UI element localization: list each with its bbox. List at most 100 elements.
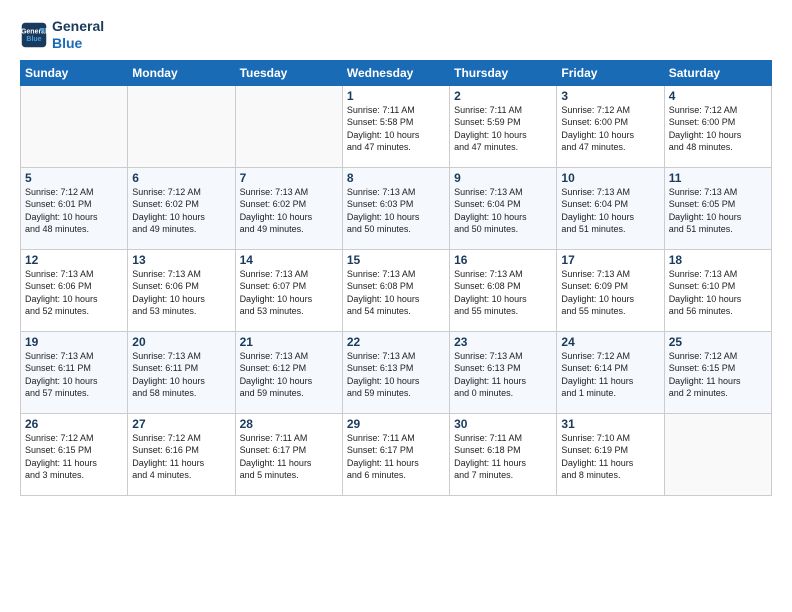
day-info: Sunrise: 7:13 AM Sunset: 6:11 PM Dayligh… [25, 350, 123, 400]
calendar-cell [664, 413, 771, 495]
day-info: Sunrise: 7:13 AM Sunset: 6:05 PM Dayligh… [669, 186, 767, 236]
day-info: Sunrise: 7:13 AM Sunset: 6:12 PM Dayligh… [240, 350, 338, 400]
day-info: Sunrise: 7:13 AM Sunset: 6:13 PM Dayligh… [347, 350, 445, 400]
calendar-cell [128, 85, 235, 167]
day-number: 9 [454, 171, 552, 185]
day-number: 17 [561, 253, 659, 267]
weekday-header-sunday: Sunday [21, 60, 128, 85]
weekday-header-thursday: Thursday [450, 60, 557, 85]
calendar-cell: 15Sunrise: 7:13 AM Sunset: 6:08 PM Dayli… [342, 249, 449, 331]
logo: General Blue General Blue [20, 18, 104, 52]
day-info: Sunrise: 7:13 AM Sunset: 6:03 PM Dayligh… [347, 186, 445, 236]
day-info: Sunrise: 7:11 AM Sunset: 6:17 PM Dayligh… [240, 432, 338, 482]
day-number: 28 [240, 417, 338, 431]
day-number: 26 [25, 417, 123, 431]
calendar-cell: 16Sunrise: 7:13 AM Sunset: 6:08 PM Dayli… [450, 249, 557, 331]
day-number: 12 [25, 253, 123, 267]
weekday-header-wednesday: Wednesday [342, 60, 449, 85]
day-info: Sunrise: 7:11 AM Sunset: 6:18 PM Dayligh… [454, 432, 552, 482]
day-number: 8 [347, 171, 445, 185]
day-info: Sunrise: 7:13 AM Sunset: 6:08 PM Dayligh… [454, 268, 552, 318]
day-info: Sunrise: 7:13 AM Sunset: 6:04 PM Dayligh… [454, 186, 552, 236]
calendar-cell: 24Sunrise: 7:12 AM Sunset: 6:14 PM Dayli… [557, 331, 664, 413]
calendar-cell: 10Sunrise: 7:13 AM Sunset: 6:04 PM Dayli… [557, 167, 664, 249]
day-info: Sunrise: 7:12 AM Sunset: 6:00 PM Dayligh… [669, 104, 767, 154]
day-info: Sunrise: 7:12 AM Sunset: 6:00 PM Dayligh… [561, 104, 659, 154]
day-info: Sunrise: 7:13 AM Sunset: 6:13 PM Dayligh… [454, 350, 552, 400]
day-number: 16 [454, 253, 552, 267]
calendar-cell: 9Sunrise: 7:13 AM Sunset: 6:04 PM Daylig… [450, 167, 557, 249]
calendar-cell: 22Sunrise: 7:13 AM Sunset: 6:13 PM Dayli… [342, 331, 449, 413]
day-number: 14 [240, 253, 338, 267]
calendar-cell: 2Sunrise: 7:11 AM Sunset: 5:59 PM Daylig… [450, 85, 557, 167]
day-number: 13 [132, 253, 230, 267]
weekday-header-saturday: Saturday [664, 60, 771, 85]
day-number: 10 [561, 171, 659, 185]
calendar-cell: 25Sunrise: 7:12 AM Sunset: 6:15 PM Dayli… [664, 331, 771, 413]
logo-text-blue: Blue [52, 35, 104, 52]
day-number: 21 [240, 335, 338, 349]
day-info: Sunrise: 7:12 AM Sunset: 6:14 PM Dayligh… [561, 350, 659, 400]
day-number: 4 [669, 89, 767, 103]
day-info: Sunrise: 7:13 AM Sunset: 6:04 PM Dayligh… [561, 186, 659, 236]
calendar-cell: 12Sunrise: 7:13 AM Sunset: 6:06 PM Dayli… [21, 249, 128, 331]
day-info: Sunrise: 7:11 AM Sunset: 5:59 PM Dayligh… [454, 104, 552, 154]
day-number: 20 [132, 335, 230, 349]
calendar-cell: 11Sunrise: 7:13 AM Sunset: 6:05 PM Dayli… [664, 167, 771, 249]
calendar-week-row: 26Sunrise: 7:12 AM Sunset: 6:15 PM Dayli… [21, 413, 772, 495]
calendar-cell: 13Sunrise: 7:13 AM Sunset: 6:06 PM Dayli… [128, 249, 235, 331]
day-number: 15 [347, 253, 445, 267]
day-number: 3 [561, 89, 659, 103]
calendar-cell: 29Sunrise: 7:11 AM Sunset: 6:17 PM Dayli… [342, 413, 449, 495]
calendar-cell: 1Sunrise: 7:11 AM Sunset: 5:58 PM Daylig… [342, 85, 449, 167]
calendar-cell: 14Sunrise: 7:13 AM Sunset: 6:07 PM Dayli… [235, 249, 342, 331]
day-number: 23 [454, 335, 552, 349]
calendar-cell: 21Sunrise: 7:13 AM Sunset: 6:12 PM Dayli… [235, 331, 342, 413]
calendar-cell: 17Sunrise: 7:13 AM Sunset: 6:09 PM Dayli… [557, 249, 664, 331]
calendar-table: SundayMondayTuesdayWednesdayThursdayFrid… [20, 60, 772, 496]
day-info: Sunrise: 7:13 AM Sunset: 6:09 PM Dayligh… [561, 268, 659, 318]
svg-text:Blue: Blue [26, 36, 41, 43]
calendar-cell: 23Sunrise: 7:13 AM Sunset: 6:13 PM Dayli… [450, 331, 557, 413]
day-number: 2 [454, 89, 552, 103]
day-info: Sunrise: 7:12 AM Sunset: 6:16 PM Dayligh… [132, 432, 230, 482]
day-number: 27 [132, 417, 230, 431]
day-info: Sunrise: 7:11 AM Sunset: 6:17 PM Dayligh… [347, 432, 445, 482]
day-number: 31 [561, 417, 659, 431]
day-info: Sunrise: 7:13 AM Sunset: 6:11 PM Dayligh… [132, 350, 230, 400]
weekday-header-friday: Friday [557, 60, 664, 85]
calendar-week-row: 1Sunrise: 7:11 AM Sunset: 5:58 PM Daylig… [21, 85, 772, 167]
calendar-cell: 6Sunrise: 7:12 AM Sunset: 6:02 PM Daylig… [128, 167, 235, 249]
calendar-cell: 3Sunrise: 7:12 AM Sunset: 6:00 PM Daylig… [557, 85, 664, 167]
calendar-cell: 26Sunrise: 7:12 AM Sunset: 6:15 PM Dayli… [21, 413, 128, 495]
day-number: 19 [25, 335, 123, 349]
day-number: 22 [347, 335, 445, 349]
calendar-cell: 18Sunrise: 7:13 AM Sunset: 6:10 PM Dayli… [664, 249, 771, 331]
calendar-cell: 20Sunrise: 7:13 AM Sunset: 6:11 PM Dayli… [128, 331, 235, 413]
day-number: 29 [347, 417, 445, 431]
day-number: 11 [669, 171, 767, 185]
calendar-cell: 5Sunrise: 7:12 AM Sunset: 6:01 PM Daylig… [21, 167, 128, 249]
calendar-week-row: 12Sunrise: 7:13 AM Sunset: 6:06 PM Dayli… [21, 249, 772, 331]
calendar-cell: 8Sunrise: 7:13 AM Sunset: 6:03 PM Daylig… [342, 167, 449, 249]
calendar-cell: 27Sunrise: 7:12 AM Sunset: 6:16 PM Dayli… [128, 413, 235, 495]
weekday-header-tuesday: Tuesday [235, 60, 342, 85]
day-info: Sunrise: 7:11 AM Sunset: 5:58 PM Dayligh… [347, 104, 445, 154]
day-number: 24 [561, 335, 659, 349]
day-info: Sunrise: 7:13 AM Sunset: 6:02 PM Dayligh… [240, 186, 338, 236]
day-info: Sunrise: 7:13 AM Sunset: 6:08 PM Dayligh… [347, 268, 445, 318]
calendar-cell [235, 85, 342, 167]
day-info: Sunrise: 7:13 AM Sunset: 6:07 PM Dayligh… [240, 268, 338, 318]
logo-text-general: General [52, 18, 104, 35]
day-info: Sunrise: 7:12 AM Sunset: 6:01 PM Dayligh… [25, 186, 123, 236]
day-number: 1 [347, 89, 445, 103]
day-info: Sunrise: 7:10 AM Sunset: 6:19 PM Dayligh… [561, 432, 659, 482]
calendar-cell: 7Sunrise: 7:13 AM Sunset: 6:02 PM Daylig… [235, 167, 342, 249]
day-info: Sunrise: 7:12 AM Sunset: 6:15 PM Dayligh… [669, 350, 767, 400]
day-number: 6 [132, 171, 230, 185]
calendar-cell: 30Sunrise: 7:11 AM Sunset: 6:18 PM Dayli… [450, 413, 557, 495]
calendar-cell: 28Sunrise: 7:11 AM Sunset: 6:17 PM Dayli… [235, 413, 342, 495]
calendar-week-row: 5Sunrise: 7:12 AM Sunset: 6:01 PM Daylig… [21, 167, 772, 249]
day-number: 5 [25, 171, 123, 185]
calendar-cell: 19Sunrise: 7:13 AM Sunset: 6:11 PM Dayli… [21, 331, 128, 413]
